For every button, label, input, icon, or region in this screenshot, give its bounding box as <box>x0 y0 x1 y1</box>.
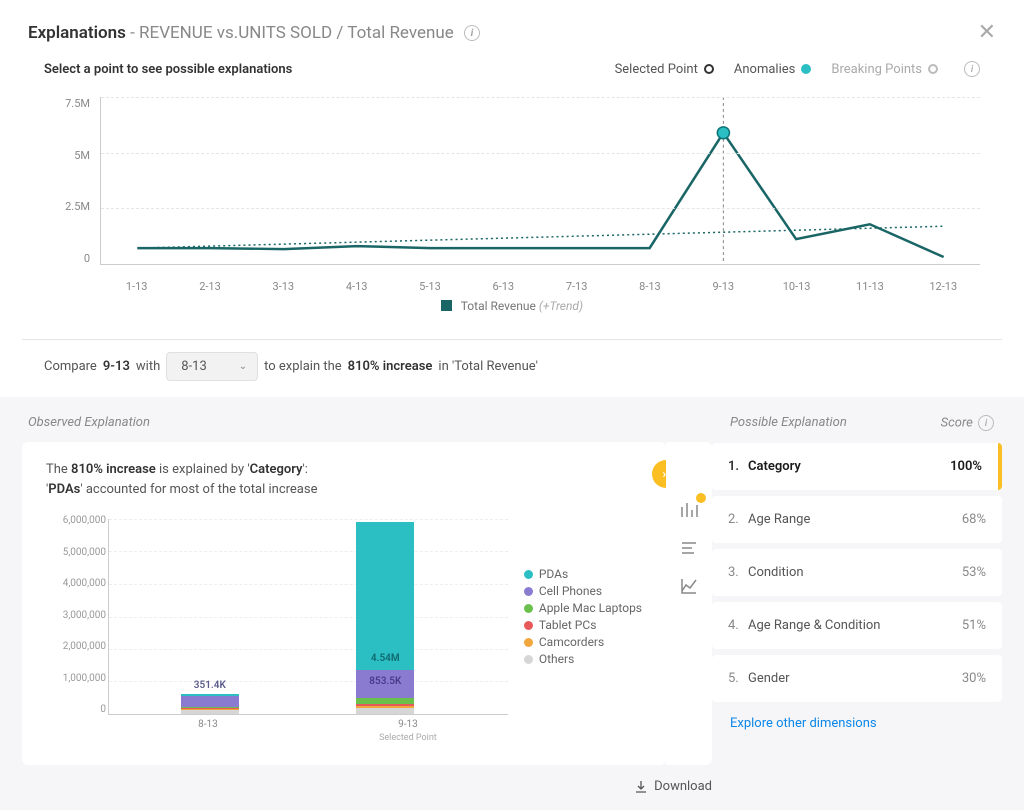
explore-link[interactable]: Explore other dimensions <box>712 716 877 731</box>
circle-icon <box>524 570 533 579</box>
circle-outline-icon <box>928 64 938 74</box>
title-main: Explanations <box>28 23 126 43</box>
explanation-item[interactable]: 5.Gender30% <box>712 655 1002 702</box>
circle-icon <box>524 621 533 630</box>
bar-legend: PDAs Cell Phones Apple Mac Laptops Tablet P… <box>524 515 642 745</box>
info-icon[interactable]: i <box>964 61 980 77</box>
explanation-item[interactable]: 2.Age Range68% <box>712 496 1002 543</box>
series-legend: Total Revenue (+Trend) <box>44 299 980 313</box>
side-tools <box>666 442 712 765</box>
explanation-list: 1.Category100% 2.Age Range68% 3.Condition5… <box>712 443 1002 702</box>
bar-x-axis: 8-13 9-13Selected Point <box>108 718 508 745</box>
chart-prompt: Select a point to see possible explanati… <box>44 62 292 77</box>
bar-legend-item[interactable]: Apple Mac Laptops <box>524 601 642 615</box>
info-icon[interactable]: i <box>978 415 994 431</box>
bar-legend-item[interactable]: Others <box>524 652 642 666</box>
download-link[interactable]: Download <box>634 779 712 794</box>
chevron-down-icon: ⌄ <box>239 361 247 372</box>
observed-text: The 810% increase is explained by 'Categ… <box>46 460 642 499</box>
explanation-item[interactable]: 3.Condition53% <box>712 549 1002 596</box>
score-header: Score i <box>941 415 994 443</box>
header-bar: Explanations - REVENUE vs.UNITS SOLD / T… <box>0 0 1024 61</box>
circle-fill-icon <box>801 64 811 74</box>
bar-legend-item[interactable]: PDAs <box>524 567 642 581</box>
observed-card: ›› The 810% increase is explained by 'Ca… <box>22 442 666 765</box>
bar-legend-item[interactable]: Cell Phones <box>524 584 642 598</box>
legend-breaking-points[interactable]: Breaking Points <box>831 62 938 77</box>
list-icon[interactable] <box>675 534 703 562</box>
line-chart-icon[interactable] <box>675 572 703 600</box>
y-axis: 7.5M 5M 2.5M 0 <box>50 97 90 265</box>
circle-icon <box>524 587 533 596</box>
compare-row: Compare 9-13 with 8-13 ⌄ to explain the … <box>0 352 1024 397</box>
bar-legend-item[interactable]: Camcorders <box>524 635 642 649</box>
circle-outline-icon <box>704 64 714 74</box>
legend-selected-point[interactable]: Selected Point <box>615 62 714 77</box>
legend-anomalies[interactable]: Anomalies <box>734 62 811 77</box>
page-title: Explanations - REVENUE vs.UNITS SOLD / T… <box>28 23 480 43</box>
info-icon[interactable]: i <box>464 25 480 41</box>
bar-chart-icon[interactable] <box>675 496 703 524</box>
line-chart[interactable]: 7.5M 5M 2.5M 0 <box>54 93 980 293</box>
square-icon <box>441 300 452 311</box>
bar-y-axis: 6,000,000 5,000,000 4,000,000 3,000,000 … <box>46 515 106 715</box>
plot-area[interactable] <box>100 97 980 265</box>
circle-icon <box>524 638 533 647</box>
bar-legend-item[interactable]: Tablet PCs <box>524 618 642 632</box>
circle-icon <box>524 604 533 613</box>
observed-header: Observed Explanation <box>22 415 712 442</box>
close-icon[interactable]: ✕ <box>978 20 996 45</box>
divider <box>22 339 1002 340</box>
explanation-item[interactable]: 1.Category100% <box>712 443 1002 490</box>
stacked-bar-chart[interactable]: 6,000,000 5,000,000 4,000,000 3,000,000 … <box>46 515 508 745</box>
download-icon <box>634 780 648 794</box>
possible-header: Possible Explanation <box>730 415 847 443</box>
circle-icon <box>524 655 533 664</box>
chart-legend-row: Selected Point Anomalies Breaking Points… <box>615 61 980 77</box>
dot-badge-icon <box>696 493 706 503</box>
title-sub: - REVENUE vs.UNITS SOLD / Total Revenue <box>126 23 454 43</box>
x-axis: 1-13 2-13 3-13 4-13 5-13 6-13 7-13 8-13 … <box>100 272 980 293</box>
compare-select[interactable]: 8-13 ⌄ <box>166 352 258 381</box>
explanation-item[interactable]: 4.Age Range & Condition51% <box>712 602 1002 649</box>
